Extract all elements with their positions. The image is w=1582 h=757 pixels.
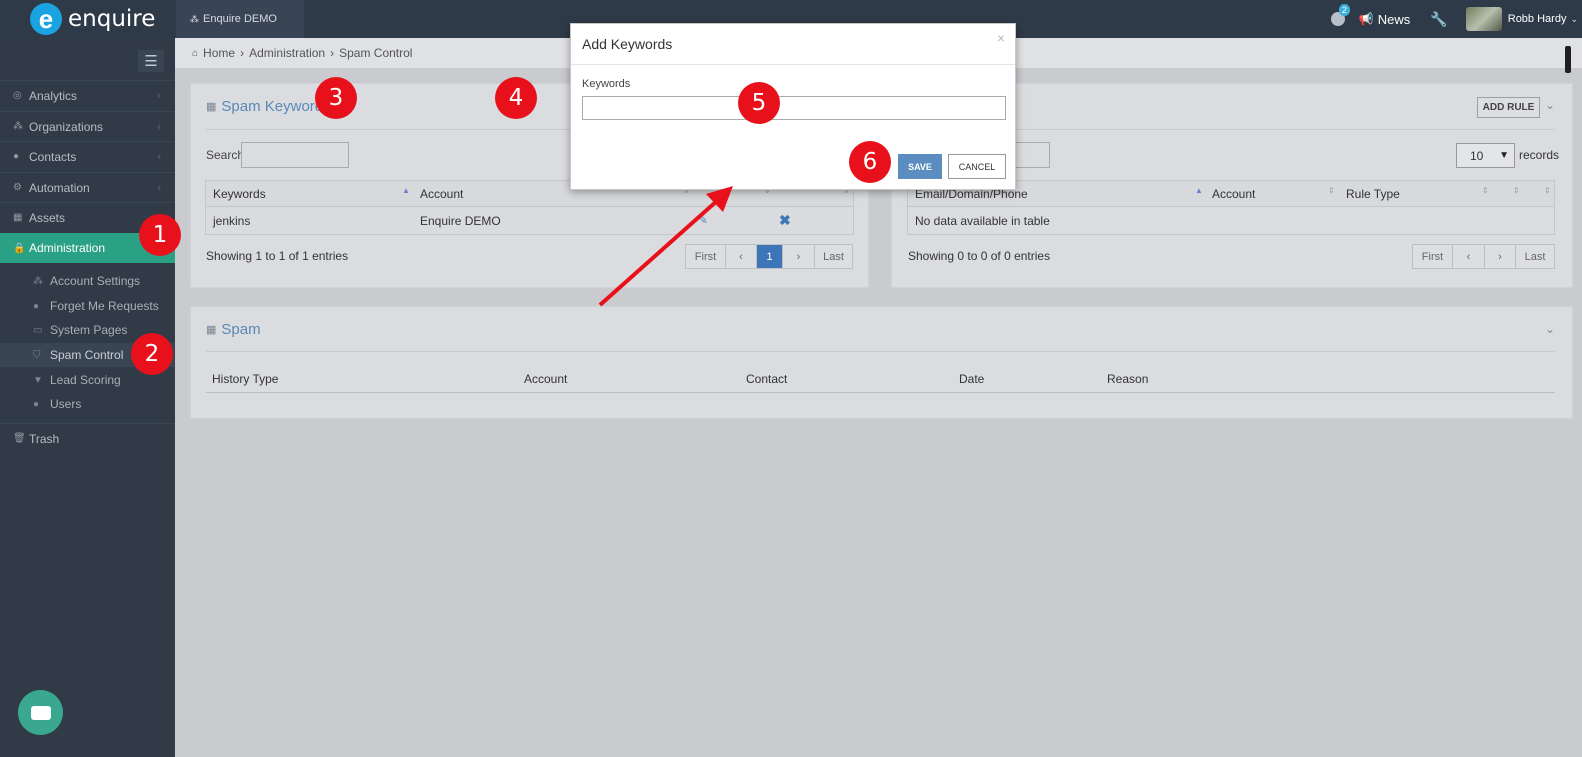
step-marker-2: 2 [131, 333, 173, 375]
annotation-arrow [598, 186, 733, 307]
step-marker-3: 3 [315, 77, 357, 119]
step-marker-4: 4 [495, 77, 537, 119]
step-marker-5: 5 [738, 82, 780, 124]
step-marker-1: 1 [139, 214, 181, 256]
step-marker-6: 6 [849, 141, 891, 183]
